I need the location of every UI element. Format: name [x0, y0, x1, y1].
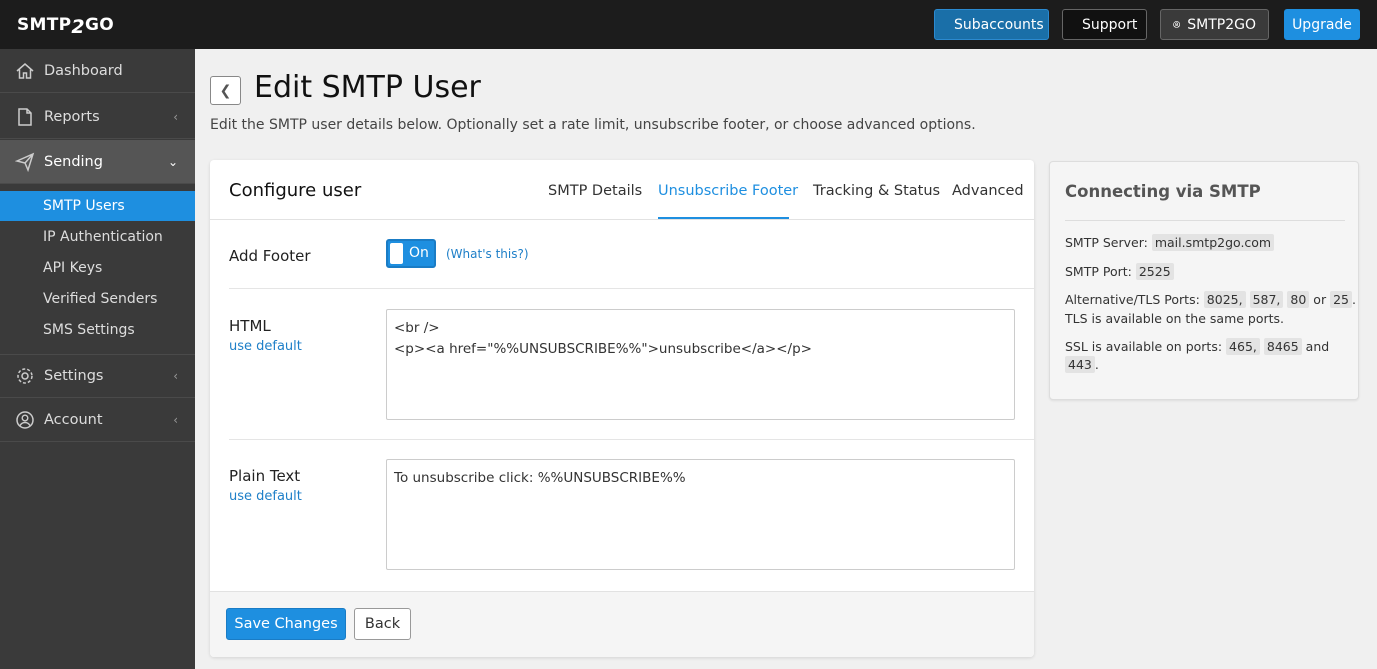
sidebar-item-api-keys[interactable]: API Keys	[0, 253, 195, 283]
logo-two: 2	[71, 16, 85, 38]
gear-icon	[17, 368, 33, 384]
page-title: Edit SMTP User	[254, 70, 481, 105]
sidebar-item-sending[interactable]: Sending ⌄	[0, 140, 195, 184]
alt-ports-line: Alternative/TLS Ports: 8025, 587, 80 or …	[1065, 291, 1356, 308]
chevron-down-icon: ⌄	[167, 154, 178, 169]
divider	[229, 439, 1034, 440]
tls-note: TLS is available on the same ports.	[1065, 311, 1285, 326]
html-footer-textarea[interactable]: <br /> <p><a href="%%UNSUBSCRIBE%%">unsu…	[386, 309, 1015, 420]
smtp-connection-info-card: Connecting via SMTP SMTP Server: mail.sm…	[1049, 161, 1359, 400]
ssl-port-value: 465,	[1226, 338, 1260, 355]
sidebar-label-dashboard: Dashboard	[44, 62, 123, 79]
chevron-left-icon: ‹	[173, 369, 178, 383]
sidebar-label-reports: Reports	[44, 108, 100, 125]
back-button[interactable]: Back	[354, 608, 411, 640]
sidebar-item-dashboard[interactable]: Dashboard	[0, 49, 195, 93]
sidebar-label-sending: Sending	[44, 153, 103, 170]
sidebar-item-account[interactable]: Account ‹	[0, 398, 195, 442]
card-title: Configure user	[229, 180, 362, 201]
user-circle-icon	[1173, 21, 1181, 28]
html-use-default-link[interactable]: use default	[229, 339, 302, 354]
alt-port-value: 80	[1287, 291, 1310, 308]
subaccounts-button[interactable]: Subaccounts	[934, 9, 1049, 40]
sidebar-item-sms-settings[interactable]: SMS Settings	[0, 315, 195, 345]
upgrade-button[interactable]: Upgrade	[1284, 9, 1360, 40]
alt-ports-label: Alternative/TLS Ports:	[1065, 292, 1200, 307]
tab-smtp-details[interactable]: SMTP Details	[548, 183, 642, 199]
upgrade-label: Upgrade	[1292, 16, 1352, 33]
add-footer-label: Add Footer	[229, 247, 311, 265]
smtp-port-line: SMTP Port: 2525	[1065, 263, 1174, 281]
plain-text-footer-textarea[interactable]: To unsubscribe click: %%UNSUBSCRIBE%%	[386, 459, 1015, 570]
html-label: HTML	[229, 317, 271, 335]
account-menu-button[interactable]: SMTP2GO	[1160, 9, 1269, 40]
sidebar-item-ip-authentication[interactable]: IP Authentication	[0, 222, 195, 252]
sidebar-label-settings: Settings	[44, 368, 104, 384]
user-circle-icon	[16, 410, 34, 429]
ssl-ports-label: SSL is available on ports:	[1065, 339, 1223, 354]
ssl-ports-and: and	[1305, 339, 1330, 354]
save-changes-button[interactable]: Save Changes	[226, 608, 346, 640]
ssl-port-value: 8465	[1263, 338, 1302, 355]
smtp-server-line: SMTP Server: mail.smtp2go.com	[1065, 234, 1275, 252]
page-subtitle: Edit the SMTP user details below. Option…	[210, 117, 976, 133]
toggle-state-label: On	[409, 245, 429, 261]
chevron-left-icon: ‹	[173, 412, 178, 427]
top-bar: SMTP2GO Subaccounts Support SMTP2GO Upgr…	[0, 0, 1377, 49]
support-button[interactable]: Support	[1062, 9, 1147, 40]
divider	[1065, 220, 1345, 221]
smtp-info-title: Connecting via SMTP	[1065, 182, 1261, 201]
toggle-knob	[390, 243, 403, 264]
ssl-ports-line: SSL is available on ports: 465, 8465 and…	[1065, 338, 1330, 373]
sidebar-item-smtp-users[interactable]: SMTP Users	[0, 191, 195, 221]
configure-user-card: Configure user SMTP Details Unsubscribe …	[210, 160, 1034, 657]
paper-plane-icon	[15, 152, 35, 172]
sidebar: Dashboard Reports ‹ Sending ⌄ SMTP Users…	[0, 49, 195, 669]
plain-text-label: Plain Text	[229, 467, 301, 485]
plain-text-use-default-link[interactable]: use default	[229, 489, 302, 504]
whats-this-link[interactable]: (What's this?)	[446, 247, 529, 261]
account-label: SMTP2GO	[1187, 16, 1256, 33]
alt-ports-or: or	[1313, 292, 1327, 307]
smtp-port-label: SMTP Port:	[1065, 264, 1132, 279]
tab-advanced[interactable]: Advanced	[952, 183, 1024, 199]
document-icon	[18, 107, 32, 126]
divider	[229, 288, 1034, 289]
back-arrow-button[interactable]: ❮	[210, 76, 241, 105]
smtp2go-logo[interactable]: SMTP2GO	[17, 13, 114, 38]
alt-port-value: 8025,	[1203, 291, 1246, 308]
alt-port-value: 587,	[1249, 291, 1284, 308]
ssl-port-value: 443	[1065, 356, 1095, 373]
logo-prefix: SMTP	[17, 15, 72, 35]
card-footer: Save Changes Back	[210, 591, 1034, 657]
chevron-left-icon: ‹	[173, 109, 178, 124]
logo-suffix: GO	[84, 15, 114, 35]
chevron-left-icon: ❮	[219, 82, 232, 99]
add-footer-toggle[interactable]: On	[386, 239, 436, 268]
sidebar-label-account: Account	[44, 411, 103, 428]
home-icon	[16, 62, 34, 79]
sidebar-item-verified-senders[interactable]: Verified Senders	[0, 284, 195, 314]
smtp-server-label: SMTP Server:	[1065, 235, 1148, 250]
alt-port-value: 25	[1330, 291, 1352, 308]
sidebar-item-settings[interactable]: Settings ‹	[0, 354, 195, 398]
sidebar-item-reports[interactable]: Reports ‹	[0, 95, 195, 139]
smtp-server-value: mail.smtp2go.com	[1151, 234, 1275, 251]
tab-unsubscribe-footer[interactable]: Unsubscribe Footer	[658, 183, 798, 199]
tab-tracking-status[interactable]: Tracking & Status	[813, 183, 940, 199]
subaccounts-label: Subaccounts	[954, 16, 1044, 33]
divider	[210, 219, 1034, 220]
smtp-port-value: 2525	[1135, 263, 1174, 280]
support-label: Support	[1082, 16, 1138, 33]
